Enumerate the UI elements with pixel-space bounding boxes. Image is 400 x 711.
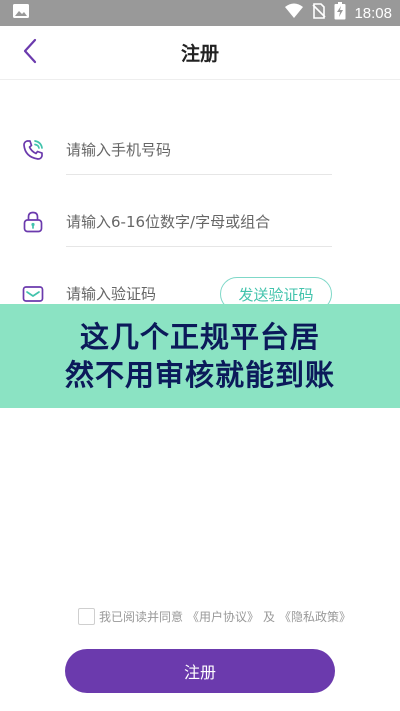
wifi-icon <box>284 3 304 23</box>
agreement-checkbox[interactable] <box>78 607 95 625</box>
promo-banner: 这几个正规平台居 然不用审核就能到账 <box>0 304 400 408</box>
user-agreement-link[interactable]: 《用户协议》 <box>187 608 259 625</box>
page-title: 注册 <box>180 43 219 65</box>
status-time: 18:08 <box>354 4 392 22</box>
header: 注册 <box>0 26 400 80</box>
image-icon <box>12 3 30 23</box>
agreement-prefix: 我已阅读并同意 <box>99 609 184 624</box>
agreement: 我已阅读并同意 《用户协议》 及 《隐私政策》 <box>78 606 351 626</box>
lock-icon <box>20 209 46 235</box>
phone-row <box>20 125 332 175</box>
phone-input[interactable] <box>66 140 332 159</box>
privacy-policy-link[interactable]: 《隐私政策》 <box>279 608 351 625</box>
no-sim-icon <box>312 3 327 23</box>
register-button[interactable]: 注册 <box>65 649 335 693</box>
code-input[interactable] <box>66 285 212 303</box>
banner-line-1: 这几个正规平台居 <box>79 320 320 354</box>
status-bar: 18:08 <box>0 0 400 26</box>
phone-icon <box>20 137 46 163</box>
password-row <box>20 197 332 247</box>
battery-charging-icon <box>334 2 346 24</box>
agreement-and: 及 <box>263 609 276 624</box>
password-input[interactable] <box>66 212 332 231</box>
banner-line-2: 然不用审核就能到账 <box>64 358 335 392</box>
